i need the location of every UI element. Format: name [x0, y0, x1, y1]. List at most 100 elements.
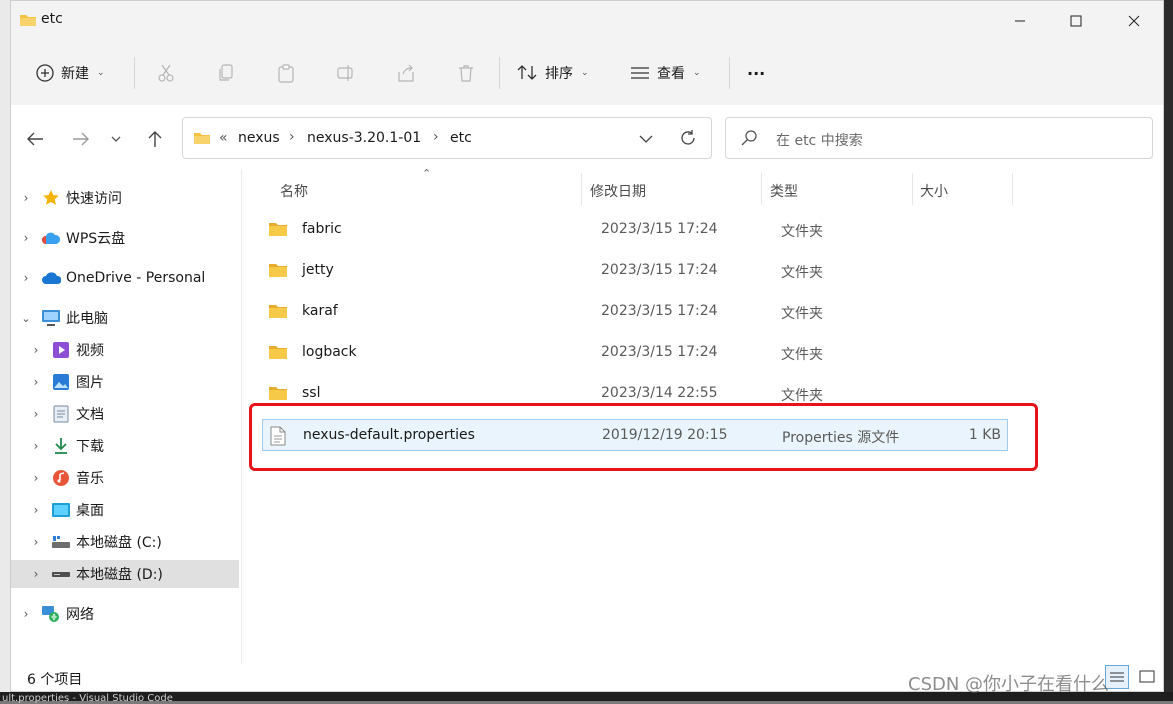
column-divider[interactable]	[1012, 173, 1013, 205]
copy-button[interactable]	[214, 61, 238, 85]
back-button[interactable]	[21, 125, 49, 153]
sidebar-item-label: 视频	[76, 343, 104, 359]
refresh-button[interactable]	[679, 129, 697, 151]
folder-icon	[268, 220, 288, 242]
file-name: ssl	[302, 385, 321, 401]
chevron-right-icon[interactable]: ›	[29, 375, 43, 389]
chevron-right-icon[interactable]: ›	[19, 607, 33, 621]
address-history-button[interactable]	[639, 132, 653, 148]
sidebar-item-pictures[interactable]: › 图片	[11, 368, 239, 396]
breadcrumb-nexus-version[interactable]: nexus-3.20.1-01	[307, 130, 421, 146]
share-button[interactable]	[394, 61, 418, 85]
sidebar-item-label: 本地磁盘 (C:)	[76, 535, 162, 551]
address-bar[interactable]: « nexus › nexus-3.20.1-01 › etc	[182, 117, 712, 159]
file-row-fabric[interactable]: fabric 2023/3/15 17:24 文件夹	[262, 214, 1008, 246]
breadcrumb-nexus[interactable]: nexus	[238, 130, 280, 146]
file-row-jetty[interactable]: jetty 2023/3/15 17:24 文件夹	[262, 255, 1008, 287]
column-header-date[interactable]: 修改日期	[590, 181, 646, 201]
new-label: 新建	[61, 66, 89, 82]
video-icon	[51, 340, 71, 360]
delete-button[interactable]	[454, 61, 478, 85]
chevron-right-icon[interactable]: ›	[29, 503, 43, 517]
file-type: 文件夹	[781, 388, 823, 404]
close-button[interactable]	[1105, 1, 1163, 41]
folder-icon	[268, 343, 288, 365]
refresh-icon	[681, 130, 695, 145]
view-list-icon	[631, 67, 649, 79]
tiles-view-button[interactable]	[1135, 665, 1159, 689]
cut-button[interactable]	[154, 61, 178, 85]
file-type: 文件夹	[781, 306, 823, 322]
sidebar-item-wps-cloud[interactable]: › WPS云盘	[11, 224, 239, 252]
chevron-down-icon[interactable]: ⌄	[19, 312, 33, 325]
plus-circle-icon	[36, 64, 54, 82]
sidebar-item-label: 音乐	[76, 471, 104, 487]
sidebar-item-network[interactable]: › 网络	[11, 600, 239, 628]
breadcrumb-overflow[interactable]: «	[219, 130, 228, 146]
chevron-right-icon[interactable]: ›	[29, 535, 43, 549]
file-row-logback[interactable]: logback 2023/3/15 17:24 文件夹	[262, 337, 1008, 369]
tiles-view-icon	[1139, 670, 1155, 683]
sidebar-item-documents[interactable]: › 文档	[11, 400, 239, 428]
column-divider[interactable]	[912, 173, 913, 205]
sort-icon	[517, 65, 537, 80]
sidebar-item-music[interactable]: › 音乐	[11, 464, 239, 492]
toolbar-separator	[134, 57, 135, 89]
sidebar-item-downloads[interactable]: › 下载	[11, 432, 239, 460]
view-button[interactable]: 查看 ⌄	[629, 59, 701, 87]
sidebar-item-quick-access[interactable]: › 快速访问	[11, 184, 239, 212]
arrow-left-icon	[27, 132, 43, 146]
new-button[interactable]: 新建 ⌄	[35, 59, 105, 87]
minimize-button[interactable]	[991, 1, 1049, 41]
chevron-right-icon[interactable]: ›	[19, 191, 33, 205]
column-header-size[interactable]: 大小	[920, 181, 948, 201]
search-box[interactable]: 在 etc 中搜索	[725, 117, 1153, 159]
chevron-right-icon[interactable]: ›	[19, 271, 33, 285]
navigation-pane: › 快速访问 › WPS云盘 › OneDrive - Personal ⌄ 此…	[11, 169, 241, 659]
chevron-right-icon[interactable]: ›	[29, 343, 43, 357]
recent-locations-button[interactable]	[107, 125, 125, 153]
chevron-right-icon[interactable]: ›	[29, 407, 43, 421]
toolbar-separator	[729, 57, 730, 89]
trash-icon	[459, 65, 473, 82]
paste-button[interactable]	[274, 61, 298, 85]
sidebar-item-label: 图片	[76, 375, 104, 391]
column-header-name[interactable]: 名称	[280, 181, 308, 201]
breadcrumb-etc[interactable]: etc	[450, 130, 472, 146]
navigation-bar: « nexus › nexus-3.20.1-01 › etc 在 etc 中搜…	[11, 105, 1163, 169]
arrow-right-icon	[73, 132, 89, 146]
chevron-right-icon[interactable]: ›	[29, 567, 43, 581]
file-name: fabric	[302, 221, 342, 237]
chevron-right-icon[interactable]: ›	[19, 231, 33, 245]
title-bar: etc	[11, 1, 1163, 41]
sidebar-item-label: 下载	[76, 439, 104, 455]
column-divider[interactable]	[581, 173, 582, 205]
sidebar-item-drive-c[interactable]: › 本地磁盘 (C:)	[11, 528, 239, 556]
view-label: 查看	[657, 66, 685, 82]
breadcrumb-chevron-icon[interactable]: ›	[433, 129, 439, 145]
sidebar-item-this-pc[interactable]: ⌄ 此电脑	[11, 304, 239, 332]
file-date: 2023/3/14 22:55	[601, 385, 718, 401]
up-button[interactable]	[141, 125, 169, 153]
maximize-button[interactable]	[1047, 1, 1105, 41]
file-row-karaf[interactable]: karaf 2023/3/15 17:24 文件夹	[262, 296, 1008, 328]
network-icon	[41, 604, 61, 624]
sidebar-item-desktop[interactable]: › 桌面	[11, 496, 239, 524]
column-divider[interactable]	[761, 173, 762, 205]
sort-button[interactable]: 排序 ⌄	[517, 59, 589, 87]
sidebar-item-videos[interactable]: › 视频	[11, 336, 239, 364]
file-explorer-window: etc 新建 ⌄ 排序 ⌄ 查看 ⌄ ··· « nexus › nexus-3…	[10, 0, 1164, 692]
more-options-button[interactable]: ···	[747, 59, 765, 87]
forward-button[interactable]	[67, 125, 95, 153]
breadcrumb-chevron-icon[interactable]: ›	[289, 129, 295, 145]
copy-icon	[219, 64, 233, 81]
file-type: 文件夹	[781, 265, 823, 281]
column-header-type[interactable]: 类型	[770, 181, 798, 201]
chevron-right-icon[interactable]: ›	[29, 471, 43, 485]
sidebar-item-label: 本地磁盘 (D:)	[76, 567, 163, 583]
sidebar-item-drive-d[interactable]: › 本地磁盘 (D:)	[11, 560, 239, 588]
details-view-icon	[1110, 672, 1124, 682]
sidebar-item-onedrive[interactable]: › OneDrive - Personal	[11, 264, 239, 292]
chevron-right-icon[interactable]: ›	[29, 439, 43, 453]
rename-button[interactable]	[334, 61, 358, 85]
